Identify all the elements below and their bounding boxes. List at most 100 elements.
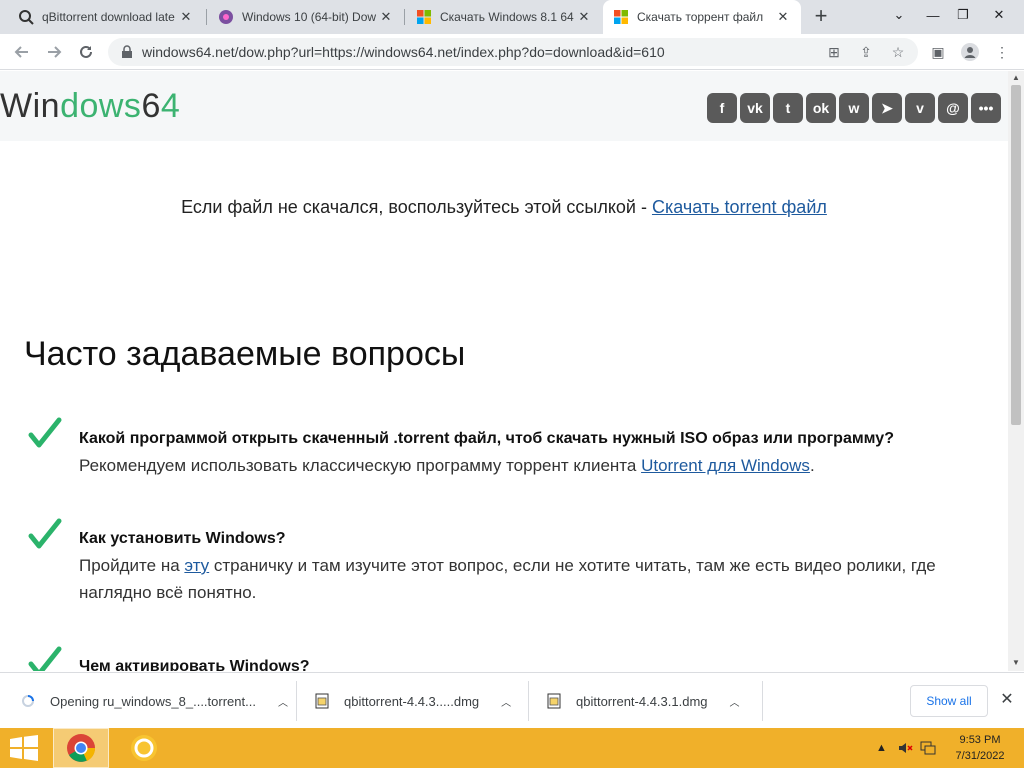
close-tab-icon[interactable]: ✕	[775, 9, 791, 25]
chevron-up-icon[interactable]: ︿	[501, 694, 511, 709]
site-header: Windows64 f vk t ok w ➤ v @ •••	[0, 71, 1008, 141]
close-tab-icon[interactable]: ✕	[576, 9, 592, 25]
tray-show-hidden-icon[interactable]: ▲	[876, 728, 887, 768]
whatsapp-icon[interactable]: w	[839, 93, 869, 123]
facebook-icon[interactable]: f	[707, 93, 737, 123]
faq-item: Чем активировать Windows?	[24, 646, 984, 671]
start-windows-icon[interactable]	[6, 734, 42, 762]
faq-item: Какой программой открыть скаченный .torr…	[24, 417, 984, 487]
new-tab-button[interactable]: +	[808, 4, 834, 30]
viber-icon[interactable]: v	[905, 93, 935, 123]
back-icon[interactable]	[8, 38, 36, 66]
download-bar: Opening ru_windows_8_....torrent... ︿ qb…	[0, 672, 1024, 728]
scroll-down-icon[interactable]: ▼	[1012, 658, 1020, 667]
tab-title: Скачать торрент файл	[637, 10, 764, 24]
telegram-icon[interactable]: ➤	[872, 93, 902, 123]
loading-icon	[22, 695, 34, 707]
volume-muted-icon[interactable]	[897, 728, 913, 768]
divider	[296, 681, 297, 721]
logo-text-green: dows	[60, 87, 142, 125]
utorrent-link[interactable]: Utorrent для Windows	[641, 456, 810, 475]
faq-answer: Рекомендуем использовать классическую пр…	[79, 456, 815, 475]
clock-date: 7/31/2022	[955, 750, 1005, 762]
scroll-up-icon[interactable]: ▲	[1012, 73, 1020, 82]
tab-separator	[404, 9, 405, 25]
close-downloads-icon[interactable]: ✕	[996, 689, 1018, 711]
reload-icon[interactable]	[72, 38, 100, 66]
download-item[interactable]: qbittorrent-4.4.3.....dmg ︿	[300, 681, 511, 721]
tab-download-torrent[interactable]: Скачать торрент файл ✕	[603, 0, 801, 34]
page-content: Windows64 f vk t ok w ➤ v @ ••• Если фай…	[0, 71, 1008, 671]
forward-icon[interactable]	[40, 38, 68, 66]
qbittorrent-search-icon	[19, 10, 34, 25]
logo-text: 6	[141, 87, 161, 125]
clock-time: 9:53 PM	[959, 734, 1001, 746]
divider	[762, 681, 763, 721]
tab-qbittorrent[interactable]: qBittorrent download late ✕	[8, 0, 204, 34]
chevron-up-icon[interactable]: ︿	[730, 694, 740, 709]
more-icon[interactable]: •••	[971, 93, 1001, 123]
taskbar-app[interactable]	[116, 728, 172, 768]
tab-strip: qBittorrent download late ✕ Windows 10 (…	[0, 0, 1024, 34]
taskbar: ▲ 9:53 PM 7/31/2022	[0, 728, 1024, 768]
scroll-thumb[interactable]	[1011, 85, 1021, 425]
chevron-up-icon[interactable]: ︿	[278, 694, 288, 709]
logo-text: Win	[0, 87, 61, 125]
translate-icon[interactable]: ⊞	[824, 42, 844, 62]
system-clock[interactable]: 9:53 PM 7/31/2022	[940, 732, 1020, 764]
file-icon	[315, 693, 329, 709]
side-panel-icon[interactable]: ▣	[928, 42, 948, 62]
app-icon	[131, 735, 157, 761]
download-notice: Если файл не скачался, воспользуйтесь эт…	[0, 197, 1008, 218]
file-icon	[547, 693, 561, 709]
tab-title: qBittorrent download late	[42, 10, 175, 24]
faq-question: Чем активировать Windows?	[79, 658, 310, 671]
page-scrollbar[interactable]: ▲ ▼	[1008, 71, 1024, 671]
vk-icon[interactable]: vk	[740, 93, 770, 123]
tab-windows10[interactable]: Windows 10 (64-bit) Dow ✕	[208, 0, 404, 34]
divider	[528, 681, 529, 721]
faq-question: Как установить Windows?	[79, 530, 286, 547]
tab-separator	[206, 9, 207, 25]
faq-question: Какой программой открыть скаченный .torr…	[79, 430, 894, 447]
address-bar[interactable]: windows64.net/dow.php?url=https://window…	[108, 38, 918, 66]
menu-dots-icon[interactable]: ⋮	[992, 42, 1012, 62]
windows-logo-icon	[614, 10, 628, 24]
taskbar-chrome[interactable]	[53, 728, 109, 768]
lock-icon	[122, 45, 132, 58]
share-icon[interactable]: ⇪	[856, 42, 876, 62]
check-icon	[28, 646, 62, 671]
download-torrent-link[interactable]: Скачать torrent файл	[652, 197, 827, 217]
browser-toolbar: windows64.net/dow.php?url=https://window…	[0, 34, 1024, 70]
windows-logo-icon	[417, 10, 431, 24]
tab-search-chevron-icon[interactable]: ⌄	[882, 0, 916, 30]
download-item[interactable]: qbittorrent-4.4.3.1.dmg ︿	[532, 681, 740, 721]
tab-windows81[interactable]: Скачать Windows 8.1 64 ✕	[406, 0, 602, 34]
download-item[interactable]: Opening ru_windows_8_....torrent... ︿	[6, 681, 288, 721]
url-text: windows64.net/dow.php?url=https://window…	[142, 44, 665, 60]
install-guide-link[interactable]: эту	[184, 556, 209, 575]
faq-answer: Пройдите на эту страничку и там изучите …	[79, 556, 936, 602]
show-all-button[interactable]: Show all	[910, 685, 988, 717]
faq-heading: Часто задаваемые вопросы	[24, 335, 466, 373]
site-logo[interactable]: Windows64	[0, 87, 180, 126]
faq-item: Как установить Windows? Пройдите на эту …	[24, 518, 984, 608]
notice-text: Если файл не скачался, воспользуйтесь эт…	[181, 197, 652, 217]
twitter-icon[interactable]: t	[773, 93, 803, 123]
close-window-icon[interactable]: ✕	[982, 0, 1016, 30]
download-filename: Opening ru_windows_8_....torrent...	[50, 693, 256, 709]
minimize-icon[interactable]: —	[916, 0, 950, 30]
tab-title: Windows 10 (64-bit) Dow	[242, 10, 377, 24]
tab-title: Скачать Windows 8.1 64	[440, 10, 574, 24]
close-tab-icon[interactable]: ✕	[378, 9, 394, 25]
check-icon	[28, 518, 62, 549]
bookmark-star-icon[interactable]: ☆	[888, 42, 908, 62]
profile-avatar-icon[interactable]	[960, 42, 980, 62]
logo-text-green: 4	[160, 87, 181, 125]
email-icon[interactable]: @	[938, 93, 968, 123]
network-icon[interactable]	[920, 728, 936, 768]
check-icon	[28, 417, 62, 448]
restore-icon[interactable]: ❐	[946, 0, 980, 30]
close-tab-icon[interactable]: ✕	[178, 9, 194, 25]
odnoklassniki-icon[interactable]: ok	[806, 93, 836, 123]
